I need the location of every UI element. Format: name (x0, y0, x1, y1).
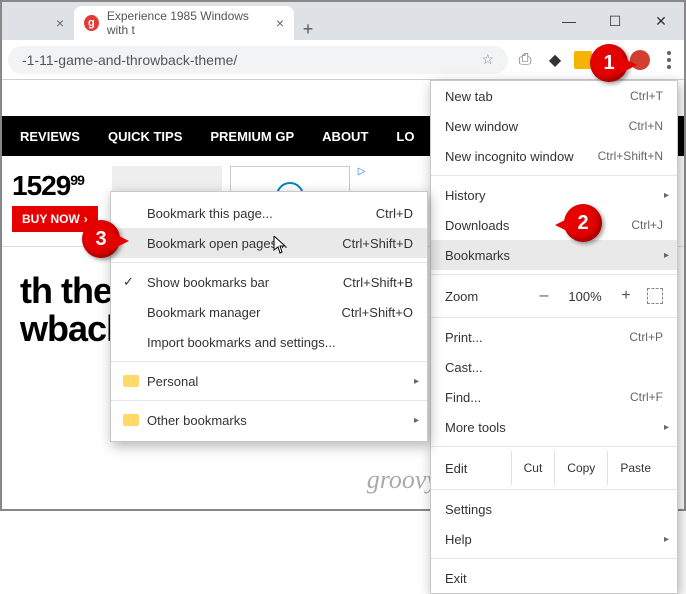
folder-icon (123, 414, 139, 426)
chevron-right-icon: ▸ (664, 534, 669, 545)
menu-history[interactable]: History▸ (431, 180, 677, 210)
cut-button[interactable]: Cut (511, 451, 555, 485)
nav-link[interactable]: PREMIUM GP (210, 129, 294, 144)
menu-incognito[interactable]: New incognito windowCtrl+Shift+N (431, 141, 677, 171)
chevron-right-icon: ▸ (664, 190, 669, 201)
copy-button[interactable]: Copy (554, 451, 607, 485)
check-icon: ✓ (123, 274, 134, 290)
cursor-icon (273, 236, 287, 254)
submenu-folder-personal[interactable]: Personal▸ (111, 366, 427, 396)
chevron-right-icon: › (84, 212, 88, 226)
checker-icon[interactable]: ◆ (544, 49, 566, 71)
menu-separator (111, 361, 427, 362)
chrome-menu-button[interactable] (660, 46, 678, 74)
menu-edit-row: Edit Cut Copy Paste (431, 451, 677, 485)
folder-icon (123, 375, 139, 387)
submenu-bookmark-open-pages[interactable]: Bookmark open pages...Ctrl+Shift+D (111, 228, 427, 258)
favicon-icon: g (84, 15, 99, 31)
menu-exit[interactable]: Exit (431, 563, 677, 593)
bookmarks-submenu: Bookmark this page...Ctrl+D Bookmark ope… (110, 191, 428, 442)
tab-title: Experience 1985 Windows with t (107, 9, 268, 37)
zoom-out-button[interactable]: – (533, 287, 555, 305)
menu-settings[interactable]: Settings (431, 494, 677, 524)
url-text: -1-11-game-and-throwback-theme/ (22, 52, 237, 68)
menu-separator (111, 262, 427, 263)
menu-separator (431, 446, 677, 447)
submenu-import-bookmarks[interactable]: Import bookmarks and settings... (111, 327, 427, 357)
chevron-right-icon: ▸ (414, 376, 419, 387)
callout-2: 2 (564, 204, 602, 242)
tab-strip: × g Experience 1985 Windows with t × + (2, 2, 546, 40)
window-titlebar: × g Experience 1985 Windows with t × + —… (2, 2, 684, 40)
callout-3: 3 (82, 220, 120, 258)
menu-separator (431, 317, 677, 318)
window-close-button[interactable]: ✕ (638, 2, 684, 40)
menu-separator (431, 558, 677, 559)
menu-new-window[interactable]: New windowCtrl+N (431, 111, 677, 141)
menu-zoom: Zoom – 100% + (431, 279, 677, 313)
menu-bookmarks[interactable]: Bookmarks▸ (431, 240, 677, 270)
window-controls: — ☐ ✕ (546, 2, 684, 40)
buy-label: BUY NOW (22, 212, 80, 226)
menu-separator (431, 489, 677, 490)
nav-link[interactable]: ABOUT (322, 129, 368, 144)
menu-new-tab[interactable]: New tabCtrl+T (431, 81, 677, 111)
submenu-bookmark-page[interactable]: Bookmark this page...Ctrl+D (111, 198, 427, 228)
tab-active[interactable]: g Experience 1985 Windows with t × (74, 6, 294, 40)
ad-price: 1529 99 (12, 170, 98, 202)
menu-more-tools[interactable]: More tools▸ (431, 412, 677, 442)
price-cents: 99 (70, 172, 84, 188)
nav-link[interactable]: LO (396, 129, 414, 144)
edit-label: Edit (445, 461, 511, 476)
chevron-right-icon: ▸ (414, 415, 419, 426)
chrome-main-menu: New tabCtrl+T New windowCtrl+N New incog… (430, 80, 678, 594)
paste-button[interactable]: Paste (607, 451, 663, 485)
maximize-button[interactable]: ☐ (592, 2, 638, 40)
zoom-in-button[interactable]: + (615, 287, 637, 305)
submenu-folder-other[interactable]: Other bookmarks▸ (111, 405, 427, 435)
chevron-right-icon: ▸ (664, 422, 669, 433)
adchoices-icon[interactable]: ▷ (358, 166, 366, 177)
zoom-value: 100% (565, 289, 605, 304)
close-icon[interactable]: × (276, 15, 284, 31)
nav-link[interactable]: REVIEWS (20, 129, 80, 144)
menu-print[interactable]: Print...Ctrl+P (431, 322, 677, 352)
submenu-bookmark-manager[interactable]: Bookmark managerCtrl+Shift+O (111, 297, 427, 327)
nav-link[interactable]: QUICK TIPS (108, 129, 182, 144)
menu-separator (111, 400, 427, 401)
close-icon[interactable]: × (56, 15, 64, 31)
address-bar[interactable]: -1-11-game-and-throwback-theme/ ☆ (8, 46, 508, 74)
printer-icon[interactable]: ⎙ (514, 49, 536, 71)
menu-find[interactable]: Find...Ctrl+F (431, 382, 677, 412)
new-tab-button[interactable]: + (294, 19, 322, 40)
callout-1: 1 (590, 44, 628, 82)
submenu-show-bookmarks-bar[interactable]: ✓Show bookmarks barCtrl+Shift+B (111, 267, 427, 297)
chevron-right-icon: ▸ (664, 250, 669, 261)
menu-help[interactable]: Help▸ (431, 524, 677, 554)
zoom-label: Zoom (445, 289, 523, 304)
bookmark-star-icon[interactable]: ☆ (481, 51, 494, 68)
price-main: 1529 (12, 170, 70, 202)
menu-cast[interactable]: Cast... (431, 352, 677, 382)
menu-separator (431, 175, 677, 176)
minimize-button[interactable]: — (546, 2, 592, 40)
toolbar: -1-11-game-and-throwback-theme/ ☆ ⎙ ◆ ▼ (2, 40, 684, 80)
tab-inactive[interactable]: × (10, 6, 74, 40)
fullscreen-icon[interactable] (647, 288, 663, 304)
menu-separator (431, 274, 677, 275)
